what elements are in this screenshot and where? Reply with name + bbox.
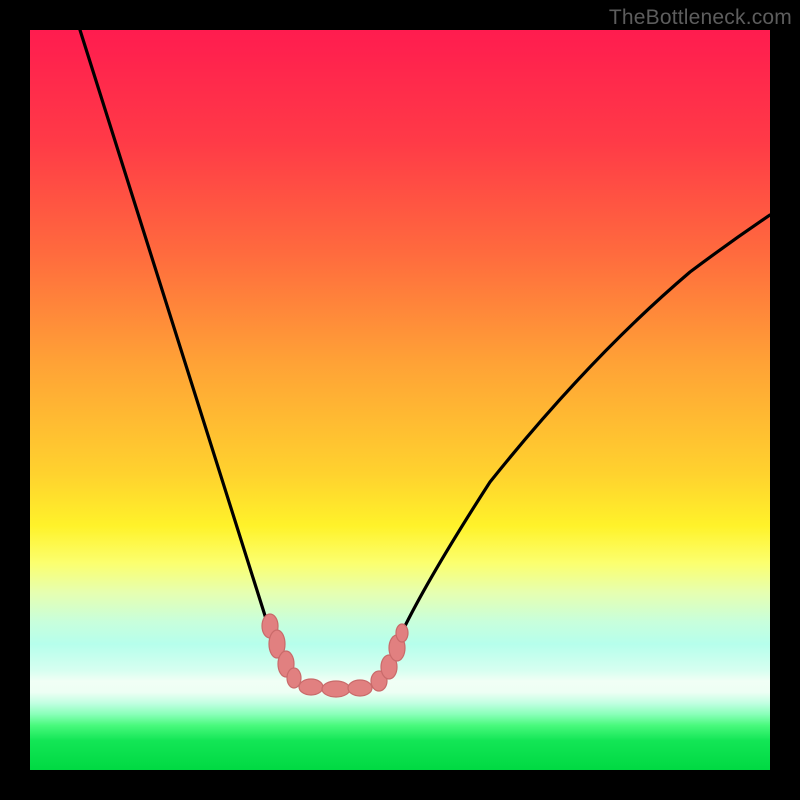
curve-svg xyxy=(30,30,770,770)
bead-floor-2 xyxy=(322,681,350,697)
chart-frame: TheBottleneck.com xyxy=(0,0,800,800)
bead-floor-1 xyxy=(299,679,323,695)
bead-cluster xyxy=(262,614,408,697)
plot-area xyxy=(30,30,770,770)
bead-floor-3 xyxy=(348,680,372,696)
bead-right-4 xyxy=(396,624,408,642)
main-curve-path xyxy=(80,30,770,689)
attribution-text: TheBottleneck.com xyxy=(609,6,792,30)
